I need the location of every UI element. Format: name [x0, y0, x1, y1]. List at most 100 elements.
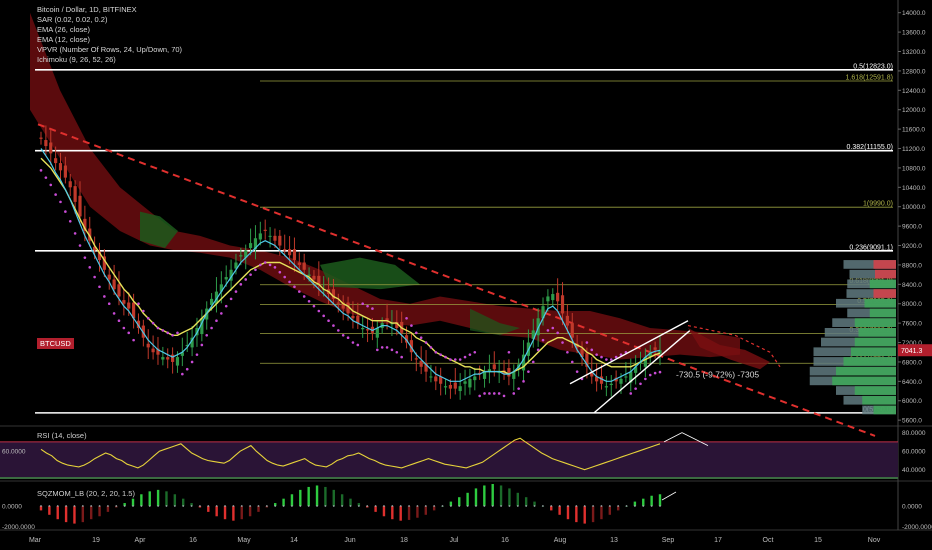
sqzmom-zero-dot — [567, 505, 569, 507]
sar-dot — [341, 333, 345, 337]
candle-body — [458, 386, 462, 392]
sar-dot — [492, 392, 496, 395]
sar-dot — [73, 232, 77, 235]
volume-profile-bar-highlight — [869, 308, 896, 318]
sar-dot — [88, 266, 92, 269]
price-tick-label: 14000.0 — [902, 10, 926, 17]
candle-body — [224, 277, 228, 280]
sar-dot — [449, 358, 452, 361]
sqzmom-bar — [248, 506, 252, 517]
sar-dot — [151, 321, 155, 325]
sqzmom-bar — [583, 506, 586, 524]
sqzmom-zero-dot — [40, 505, 42, 507]
candle-body — [351, 315, 355, 319]
sar-dot — [405, 316, 408, 320]
sar-dot — [414, 331, 418, 335]
price-tick-label: 8800.0 — [902, 262, 922, 269]
sar-dot — [444, 355, 447, 359]
sqzmom-bar — [240, 506, 243, 520]
sqzmom-zero-dot — [416, 505, 419, 507]
price-tick-label: 12800.0 — [902, 68, 926, 75]
sqzmom-zero-dot — [550, 505, 553, 507]
sqzmom-bar — [424, 506, 427, 515]
sar-dot — [590, 348, 594, 352]
sqzmom-zero-dot — [257, 505, 260, 507]
time-tick-label: Mar — [29, 537, 42, 544]
sqzmom-bar — [140, 494, 143, 506]
sar-dot — [234, 290, 238, 293]
time-tick-label: Jul — [450, 537, 459, 544]
sqzmom-zero-dot — [123, 505, 126, 507]
sqzmom-bar — [600, 506, 603, 520]
sqzmom-zero-dot — [500, 505, 502, 507]
candle-body — [448, 384, 453, 389]
candle-body — [463, 381, 467, 384]
volume-profile-bar-highlight — [864, 298, 896, 308]
candle-body — [473, 376, 477, 381]
price-tick-label: 5600.0 — [902, 418, 922, 425]
candle-body — [599, 376, 604, 384]
sqzmom-zero-dot — [199, 505, 201, 507]
sqzmom-zero-dot — [541, 505, 544, 507]
sar-dot — [634, 387, 637, 390]
sar-dot — [356, 343, 360, 347]
price-tick-label: 10000.0 — [902, 204, 926, 211]
sqzmom-bar — [64, 506, 68, 523]
sqzmom-bar — [382, 506, 386, 517]
sqzmom-bar — [349, 498, 352, 506]
sar-dot — [293, 285, 296, 289]
price-tick-label: 11200.0 — [902, 146, 925, 153]
sqzmom-zero-dot — [408, 505, 410, 507]
sqzmom-bar — [407, 506, 411, 520]
time-tick-label: 16 — [501, 537, 509, 544]
candle-body — [161, 357, 165, 360]
candle-body — [175, 357, 180, 366]
sar-dot — [468, 353, 472, 356]
sar-dot — [517, 387, 520, 390]
volume-profile-bar-highlight — [875, 269, 896, 279]
sqzmom-bar — [307, 486, 310, 506]
sar-dot — [39, 169, 43, 172]
sqzmom-zero-dot — [642, 505, 645, 507]
rsi-tick-label: 40.0000 — [902, 467, 926, 474]
candle-body — [283, 249, 287, 251]
sqzmom-zero-dot — [165, 505, 168, 507]
sqzmom-zero-dot — [449, 505, 452, 507]
price-tick-label: 8000.0 — [902, 301, 922, 308]
chart-canvas[interactable]: 5600.06000.06400.06800.07200.07600.08000… — [0, 0, 932, 550]
sqz-left-tick: 0.0000 — [2, 504, 22, 511]
sqzmom-bar — [340, 494, 344, 506]
sqzmom-bar — [81, 506, 85, 523]
sqzmom-zero-dot — [341, 505, 344, 507]
sar-dot — [385, 346, 389, 349]
sqzmom-zero-dot — [583, 505, 586, 507]
sar-dot — [137, 302, 140, 306]
sqzmom-zero-dot — [232, 505, 235, 507]
sar-dot — [263, 261, 267, 264]
sqzmom-zero-dot — [466, 505, 469, 507]
candle-body — [653, 347, 657, 350]
sqzmom-zero-dot — [249, 505, 252, 507]
legend-indicator: VPVR (Number Of Rows, 24, Up/Down, 70) — [37, 45, 183, 54]
sar-dot — [127, 331, 131, 335]
sar-dot — [361, 302, 364, 306]
sar-dot — [98, 285, 101, 289]
sar-dot — [64, 210, 67, 213]
candle-body — [146, 343, 150, 348]
sar-dot — [609, 358, 613, 361]
candle-body — [297, 262, 301, 265]
sqzmom-bar — [89, 506, 93, 520]
sar-dot — [434, 350, 438, 354]
candle-body — [312, 275, 316, 280]
fib-level-label: 1.618(12591.8) — [846, 75, 893, 82]
sar-dot — [205, 333, 209, 337]
sar-dot — [229, 297, 233, 301]
sqzmom-bar — [658, 494, 662, 506]
candle-body — [307, 274, 311, 276]
sqzmom-bar — [491, 484, 494, 506]
sqzmom-zero-dot — [650, 505, 653, 507]
sar-dot — [458, 358, 462, 361]
sqzmom-zero-dot — [399, 505, 402, 507]
candle-body — [248, 243, 253, 248]
sar-dot — [322, 314, 325, 318]
